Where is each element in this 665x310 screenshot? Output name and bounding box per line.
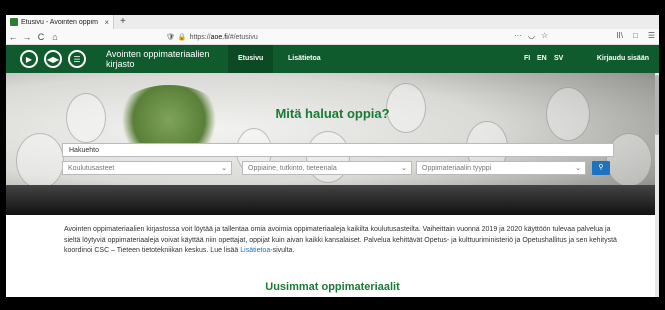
search-icon: ⚲ — [598, 164, 604, 171]
browser-nav-bar: ← → C ⌂ 🛡 🔒 https://aoe.fi/#/etusivu ···… — [6, 29, 659, 45]
lang-en[interactable]: EN — [537, 45, 547, 73]
hero-title: Mitä haluat oppia? — [275, 106, 390, 121]
bookmark-star-icon[interactable]: ☆ — [541, 31, 548, 40]
scrollbar-thumb[interactable] — [655, 75, 659, 135]
url-text: https://aoe.fi/#/etusivu — [189, 33, 258, 41]
shield-icon: 🛡 — [166, 34, 175, 41]
lisatietoa-link[interactable]: Lisätietoa — [240, 247, 270, 254]
lang-sv[interactable]: SV — [554, 45, 563, 73]
new-tab-button[interactable]: + — [120, 15, 126, 29]
search-button[interactable]: ⚲ — [592, 161, 610, 175]
lock-icon: 🔒 — [177, 34, 187, 41]
tab-title: Etusivu - Avointen oppim — [21, 18, 98, 26]
chevron-down-icon: ⌄ — [401, 165, 407, 172]
close-tab-icon[interactable]: × — [104, 18, 113, 27]
filter-row: Koulutusasteet ⌄ Oppiaine, tutkinto, tiet… — [62, 161, 614, 175]
site-favicon-icon — [10, 18, 18, 26]
forward-button[interactable]: → — [20, 32, 34, 42]
hero-banner: Mitä haluat oppia? Hakuehto Koulutusaste… — [6, 73, 659, 215]
subject-select[interactable]: Oppiaine, tutkinto, tieteenala ⌄ — [242, 161, 412, 175]
nav-etusivu[interactable]: Etusivu — [228, 45, 274, 73]
browser-tab-bar: Etusivu - Avointen oppim × + — [6, 15, 659, 29]
intro-paragraph: Avointen oppimateriaalien kirjastossa vo… — [64, 226, 617, 254]
menu-icon[interactable]: ☰ — [648, 31, 655, 40]
search-input[interactable]: Hakuehto — [62, 143, 614, 157]
material-type-select[interactable]: Oppimateriaalin tyyppi ⌄ — [416, 161, 586, 175]
address-bar[interactable]: 🛡 🔒 https://aoe.fi/#/etusivu — [166, 31, 568, 43]
page-actions-button[interactable]: ··· — [514, 31, 522, 40]
login-link[interactable]: Kirjaudu sisään — [597, 45, 649, 73]
library-icon[interactable]: II\ — [616, 31, 623, 40]
chevron-down-icon: ⌄ — [575, 165, 581, 172]
page-action-group: ··· ◡ ☆ — [514, 31, 548, 40]
education-level-select[interactable]: Koulutusasteet ⌄ — [62, 161, 232, 175]
site-header: ▶ ◀▶ ☰ Avointen oppimateriaalien kirjast… — [6, 45, 659, 73]
site-logo-text[interactable]: Avointen oppimateriaalien kirjasto — [106, 49, 209, 69]
sidebar-icon[interactable]: □ — [633, 31, 638, 40]
pocket-icon[interactable]: ◡ — [528, 31, 535, 40]
bulb-decoration — [16, 133, 64, 189]
nav-lisatietoa[interactable]: Lisätietoa — [278, 45, 331, 73]
browser-tab[interactable]: Etusivu - Avointen oppim × — [6, 15, 114, 29]
sound-logo-icon: ◀▶ — [44, 50, 62, 68]
page-scrollbar[interactable] — [655, 73, 659, 297]
document-logo-icon: ☰ — [68, 50, 86, 68]
hero-ground — [6, 185, 659, 215]
lang-fi[interactable]: FI — [524, 45, 530, 73]
main-content: Avointen oppimateriaalien kirjastossa vo… — [6, 215, 659, 297]
chevron-down-icon: ⌄ — [221, 165, 227, 172]
browser-toolbar-right: II\ □ ☰ — [616, 31, 655, 40]
bulb-decoration — [606, 133, 652, 187]
latest-materials-heading: Uusimmat oppimateriaalit — [265, 281, 400, 293]
bulb-decoration — [306, 131, 350, 183]
home-button[interactable]: ⌂ — [48, 32, 62, 42]
play-logo-icon: ▶ — [20, 50, 38, 68]
reload-button[interactable]: C — [34, 32, 48, 42]
back-button[interactable]: ← — [6, 32, 20, 42]
